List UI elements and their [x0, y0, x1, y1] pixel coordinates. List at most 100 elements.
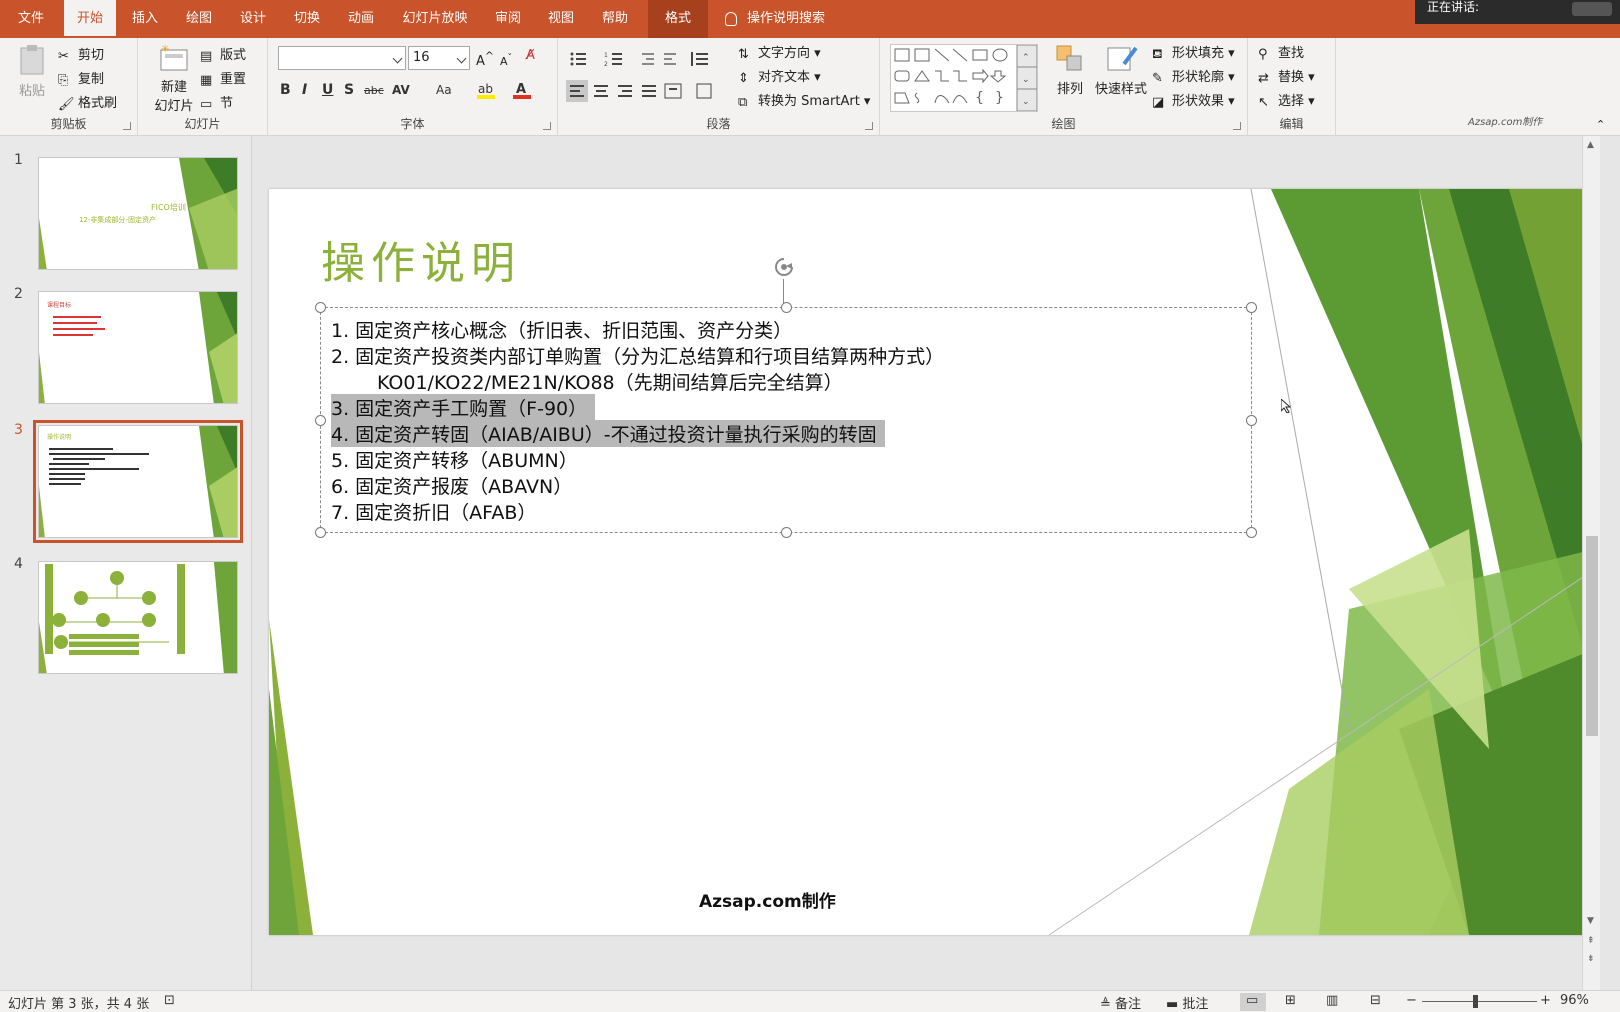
zoom-out-button[interactable]: − — [1406, 993, 1417, 1008]
quick-styles-button[interactable]: 快速样式 — [1092, 44, 1150, 97]
font-name-combo[interactable] — [278, 46, 406, 70]
resize-handle[interactable] — [315, 415, 326, 426]
find-button[interactable]: ⚲ 查找 — [1258, 42, 1304, 62]
vertical-scrollbar[interactable]: ▲ ▼ ⇞ ⇟ — [1582, 136, 1600, 990]
align-text-button[interactable]: ⇕ 对齐文本 ▾ — [738, 66, 821, 86]
slide-thumbnail-3[interactable]: 操作说明 — [33, 420, 243, 543]
resize-handle[interactable] — [1246, 415, 1257, 426]
shape-effects-button[interactable]: ◪ 形状效果 ▾ — [1152, 90, 1235, 110]
tab-review[interactable]: 审阅 — [482, 0, 534, 38]
shadow-button[interactable]: S — [344, 82, 354, 98]
thumb-title: 操作说明 — [47, 434, 72, 441]
list-item[interactable]: 1. 固定资产核心概念（折旧表、折旧范围、资产分类） — [331, 316, 792, 343]
scroll-down-icon[interactable]: ▼ — [1587, 916, 1594, 926]
scroll-thumb[interactable] — [1586, 536, 1598, 736]
slide-canvas[interactable]: 操作说明 1. 固定资产核心概念（折旧表、折旧范围、资产分类） 2. 固定资产投… — [269, 189, 1595, 935]
resize-handle[interactable] — [1246, 527, 1257, 538]
format-painter-button[interactable]: 🖌 格式刷 — [58, 92, 117, 112]
cut-button[interactable]: ✂ 剪切 — [58, 44, 104, 64]
slide-thumbnail-2[interactable]: 课程目标 — [38, 291, 238, 404]
shape-fill-button[interactable]: ⛾ 形状填充 ▾ — [1152, 42, 1235, 62]
list-item-selected[interactable]: 3. 固定资产手工购置（F-90） — [331, 394, 596, 421]
resize-handle[interactable] — [315, 527, 326, 538]
notes-button[interactable]: ≜ 备注 — [1100, 993, 1141, 1012]
tab-draw[interactable]: 绘图 — [172, 0, 226, 38]
zoom-slider-knob[interactable] — [1473, 995, 1478, 1008]
convert-smartart-button[interactable]: ⧉ 转换为 SmartArt ▾ — [738, 90, 870, 110]
new-slide-button[interactable]: ✳ 新建 幻灯片 — [148, 44, 200, 114]
font-size-combo[interactable]: 16 — [408, 46, 470, 70]
tab-design[interactable]: 设计 — [226, 0, 280, 38]
change-case-button[interactable]: Aa — [436, 83, 452, 97]
tab-home[interactable]: 开始 — [64, 0, 116, 38]
text-direction-button[interactable]: ⇅ 文字方向 ▾ — [738, 42, 821, 62]
font-color-button[interactable]: A — [512, 80, 534, 104]
collapse-ribbon-button[interactable]: ⌃ — [1596, 118, 1605, 131]
bold-button[interactable]: B — [280, 82, 291, 98]
resize-handle[interactable] — [1246, 302, 1257, 313]
slideshow-view-icon[interactable]: ⊟ — [1370, 993, 1381, 1008]
tab-transitions[interactable]: 切换 — [280, 0, 334, 38]
svg-text:}: } — [995, 90, 1004, 106]
list-item[interactable]: 5. 固定资产转移（ABUMN） — [331, 446, 578, 473]
italic-button[interactable]: I — [302, 82, 307, 98]
tell-me-label: 操作说明搜索 — [747, 11, 826, 26]
drawing-launcher[interactable] — [1233, 122, 1241, 130]
slide-sorter-icon[interactable]: ⊞ — [1285, 993, 1296, 1008]
green-shapes-decoration — [269, 189, 1595, 935]
strikethrough-button[interactable]: abc — [364, 84, 384, 97]
copy-button[interactable]: ⎘ 复制 — [58, 68, 104, 88]
reset-button[interactable]: ▦ 重置 — [200, 68, 246, 88]
slide-thumbnail-1[interactable]: FICO培训 12-非集成部分-固定资产 — [38, 157, 238, 270]
alignment-buttons-icons[interactable] — [566, 80, 736, 102]
scroll-up-icon[interactable]: ▲ — [1587, 140, 1594, 150]
rotate-handle-icon[interactable] — [772, 255, 796, 279]
arrange-button[interactable]: 排列 — [1052, 44, 1088, 97]
tab-animations[interactable]: 动画 — [334, 0, 388, 38]
resize-handle[interactable] — [315, 302, 326, 313]
zoom-slider[interactable] — [1422, 1001, 1537, 1002]
tab-format[interactable]: 格式 — [648, 0, 708, 38]
comments-button[interactable]: ▬ 批注 — [1166, 993, 1208, 1012]
layout-button[interactable]: ▤ 版式 — [200, 44, 246, 64]
reading-view-icon[interactable]: ▥ — [1326, 993, 1338, 1008]
paste-button[interactable]: 粘贴 — [14, 44, 50, 99]
content-textbox[interactable]: 1. 固定资产核心概念（折旧表、折旧范围、资产分类） 2. 固定资产投资类内部订… — [315, 302, 1257, 538]
paragraph-launcher[interactable] — [865, 122, 873, 130]
tab-insert[interactable]: 插入 — [118, 0, 172, 38]
font-launcher[interactable] — [543, 122, 551, 130]
clipboard-launcher[interactable] — [123, 122, 131, 130]
shrink-font-button[interactable]: Aˇ — [500, 52, 512, 68]
zoom-in-button[interactable]: + — [1540, 993, 1551, 1008]
underline-button[interactable]: U — [322, 82, 333, 98]
char-spacing-button[interactable]: AV — [392, 83, 410, 97]
tab-file[interactable]: 文件 — [0, 0, 62, 38]
slide-thumbnail-4[interactable] — [38, 561, 238, 674]
resize-handle[interactable] — [781, 302, 792, 313]
spellcheck-icon[interactable]: ⊡ — [164, 993, 175, 1008]
highlight-button[interactable]: ab — [476, 80, 498, 104]
list-item[interactable]: 7. 固定资折旧（AFAB） — [331, 498, 536, 525]
list-item-selected[interactable]: 4. 固定资产转固（AIAB/AIBU）-不通过投资计量执行采购的转固 — [331, 420, 885, 447]
tab-help[interactable]: 帮助 — [588, 0, 642, 38]
list-buttons-icons[interactable]: 12 — [568, 50, 718, 68]
list-item[interactable]: KO01/KO22/ME21N/KO88（先期间结算后完全结算） — [377, 368, 843, 395]
tab-view[interactable]: 视图 — [534, 0, 588, 38]
previous-slide-icon[interactable]: ⇞ — [1587, 936, 1595, 946]
list-item[interactable]: 6. 固定资产报废（ABAVN） — [331, 472, 572, 499]
tab-slideshow[interactable]: 幻灯片放映 — [390, 0, 480, 38]
clear-format-button[interactable]: A̸ — [526, 48, 535, 63]
slide-footer[interactable]: Azsap.com制作 — [699, 887, 836, 912]
zoom-level[interactable]: 96% — [1560, 993, 1589, 1008]
resize-handle[interactable] — [781, 527, 792, 538]
section-button[interactable]: ▭ 节 — [200, 92, 233, 112]
shapes-gallery[interactable]: {} ⌃ ⌄ ⌄ — [890, 44, 1038, 112]
shape-outline-button[interactable]: ✎ 形状轮廓 ▾ — [1152, 66, 1235, 86]
next-slide-icon[interactable]: ⇟ — [1587, 954, 1595, 964]
tell-me-search[interactable]: 操作说明搜索 — [725, 0, 825, 38]
grow-font-button[interactable]: A^ — [476, 50, 494, 69]
select-button[interactable]: ↖ 选择 ▾ — [1258, 90, 1315, 110]
replace-button[interactable]: ⇄ 替换 ▾ — [1258, 66, 1315, 86]
slide-title[interactable]: 操作说明 — [321, 227, 521, 291]
list-item[interactable]: 2. 固定资产投资类内部订单购置（分为汇总结算和行项目结算两种方式） — [331, 342, 944, 369]
